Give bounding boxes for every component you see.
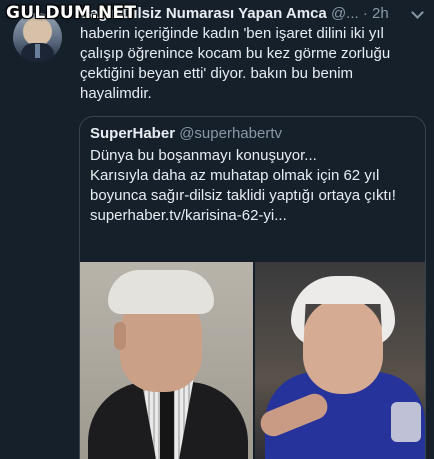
quoted-tweet-header: SuperHaber @superhabertv: [90, 125, 282, 142]
man-hair: [108, 270, 214, 314]
woman-face: [303, 298, 383, 394]
quoted-author-name: SuperHaber: [90, 125, 176, 142]
tweet-time[interactable]: 2h: [372, 5, 389, 22]
photo-elderly-woman[interactable]: [255, 262, 425, 459]
photo-elderly-man[interactable]: [80, 262, 253, 459]
man-ear: [114, 322, 126, 350]
site-watermark: GULDUM.NET: [6, 3, 137, 23]
quoted-tweet-card[interactable]: SuperHaber @superhabertv Dünya bu boşanm…: [79, 116, 426, 459]
man-tie: [160, 390, 174, 459]
quoted-text-line: Dünya bu boşanmayı konuşuyor...: [90, 147, 317, 164]
quoted-text-line: Karısıyla daha az muhatap olmak için 62 …: [90, 167, 396, 204]
author-handle[interactable]: @...: [331, 5, 359, 22]
quoted-link[interactable]: superhaber.tv/karisina-62-yi...: [90, 206, 420, 226]
quoted-media[interactable]: [80, 262, 425, 459]
background-bottle: [391, 402, 421, 442]
tweet-text: haberin içeriğinde kadın 'ben işaret dil…: [80, 25, 391, 102]
avatar-tie: [35, 44, 40, 58]
header-separator: ·: [362, 5, 368, 22]
quoted-author-handle: @superhabertv: [179, 125, 282, 142]
quoted-tweet-text: Dünya bu boşanmayı konuşuyor... Karısıyl…: [90, 146, 420, 226]
